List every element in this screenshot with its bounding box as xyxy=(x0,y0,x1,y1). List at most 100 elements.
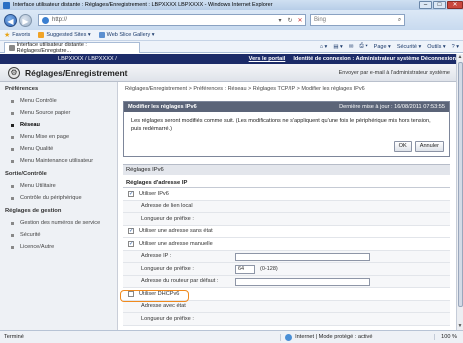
status-text: Terminé xyxy=(4,334,24,340)
bullet-icon xyxy=(11,221,14,225)
sidebar-item-menu-mise-en-page[interactable]: Menu Mise en page xyxy=(0,131,117,143)
tab-bar: Interface utilisateur distante : Réglage… xyxy=(0,41,463,54)
print-button[interactable]: ⎙ ▾ xyxy=(359,43,367,50)
feeds-button[interactable]: ▤ ▾ xyxy=(333,44,343,50)
sidebar-item-label: Gestion des numéros de service xyxy=(20,220,101,226)
dialog-title: Modifier les réglages IPv6 xyxy=(128,104,197,110)
ip-address-input[interactable] xyxy=(235,252,370,261)
sidebar-item-label: Menu Utilitaire xyxy=(20,183,56,189)
last-update: Dernière mise à jour : 16/08/2011 07:53:… xyxy=(339,104,445,110)
tools-menu[interactable]: Outils ▾ xyxy=(427,44,445,50)
window-titlebar: Interface utilisateur distante : Réglage… xyxy=(0,0,463,10)
ok-button[interactable]: OK xyxy=(393,141,412,152)
sidebar-item-reseau[interactable]: Réseau xyxy=(0,119,117,131)
suggested-sites-link[interactable]: Suggested Sites ▾ xyxy=(38,32,91,38)
portal-link[interactable]: Vers le portail xyxy=(249,56,286,62)
close-button[interactable]: ✕ xyxy=(447,1,463,9)
zoom-level[interactable]: 100 % xyxy=(434,334,463,340)
checkbox-use-ipv6[interactable]: ✓ xyxy=(128,190,134,197)
settings-gear-icon: ⚙ xyxy=(8,66,20,79)
search-input[interactable]: Bing xyxy=(314,17,395,23)
address-input[interactable]: http:// xyxy=(52,17,275,23)
sidebar-item-menu-qualite[interactable]: Menu Qualité xyxy=(0,143,117,155)
row-label: Adresse du routeur par défaut : xyxy=(141,278,219,285)
sidebar-item-label: Menu Source papier xyxy=(20,110,71,116)
help-menu[interactable]: ? ▾ xyxy=(452,44,459,50)
web-slice-gallery-link[interactable]: Web Slice Gallery ▾ xyxy=(98,32,155,38)
page-menu[interactable]: Page ▾ xyxy=(374,44,391,50)
confirm-dialog: Modifier les réglages IPv6 Dernière mise… xyxy=(123,101,450,157)
row-label: Utiliser une adresse manuelle xyxy=(139,240,213,247)
row-label: Longueur de préfixe : xyxy=(141,315,194,322)
favorites-button[interactable]: ★ Favoris xyxy=(4,31,30,39)
bullet-icon xyxy=(11,233,14,237)
page-content: LBPXXXX / LBPXXXX / Vers le portail Iden… xyxy=(0,54,456,330)
bullet-icon xyxy=(11,123,14,127)
bullet-icon xyxy=(11,196,14,200)
sidebar-item-controle-peripherique[interactable]: Contrôle du périphérique xyxy=(0,192,117,204)
address-dropdown-icon[interactable]: ▾ xyxy=(275,17,285,24)
sidebar-item-label: Contrôle du périphérique xyxy=(20,195,82,201)
page-title: Réglages/Enregistrement xyxy=(25,67,128,78)
tab-remote-ui[interactable]: Interface utilisateur distante : Réglage… xyxy=(4,41,140,54)
bullet-icon xyxy=(11,184,14,188)
refresh-icon[interactable]: ↻ xyxy=(285,17,295,24)
home-button[interactable]: ⌂ ▾ xyxy=(320,44,328,50)
forward-button[interactable]: ▶ xyxy=(19,13,32,27)
sidebar: Préférences Menu Contrôle Menu Source pa… xyxy=(0,82,118,330)
row-use-ipv6: ✓ Utiliser IPv6 xyxy=(123,188,450,201)
maximize-button[interactable]: □ xyxy=(433,1,446,9)
minimize-button[interactable]: – xyxy=(419,1,432,9)
stop-icon[interactable]: ✕ xyxy=(295,17,305,24)
prefix-length-input[interactable]: 64 xyxy=(235,265,255,274)
row-label: Longueur de préfixe : xyxy=(141,265,194,272)
scroll-thumb[interactable] xyxy=(458,62,463,307)
tab-page-icon xyxy=(9,44,15,51)
row-prefix-length-3: Longueur de préfixe : xyxy=(123,313,450,326)
sidebar-item-menu-controle[interactable]: Menu Contrôle xyxy=(0,95,117,107)
bullet-icon xyxy=(11,111,14,115)
address-bar[interactable]: http:// ▾ ↻ ✕ xyxy=(38,14,306,26)
favorites-label: Favoris xyxy=(12,32,31,38)
back-button[interactable]: ◀ xyxy=(4,13,17,27)
sidebar-item-gestion-numeros[interactable]: Gestion des numéros de service xyxy=(0,217,117,229)
navigation-bar: ◀ ▶ http:// ▾ ↻ ✕ Bing ⌕ xyxy=(0,10,463,30)
bullet-icon xyxy=(11,135,14,139)
sidebar-item-securite[interactable]: Sécurité xyxy=(0,229,117,241)
row-label: Adresse avec état xyxy=(141,303,186,310)
suggested-sites-label: Suggested Sites ▾ xyxy=(46,32,91,38)
sidebar-section-preferences: Préférences xyxy=(5,86,39,92)
scroll-down-icon[interactable]: ▼ xyxy=(457,323,463,330)
vertical-scrollbar[interactable]: ▲ ▼ xyxy=(456,54,463,330)
mail-admin-link[interactable]: Envoyer par e-mail à l'administrateur sy… xyxy=(339,70,450,76)
sidebar-item-label: Menu Contrôle xyxy=(20,98,57,104)
settings-rows: ✓ Utiliser IPv6 Adresse de lien local Lo… xyxy=(123,188,450,326)
bullet-icon xyxy=(11,159,14,163)
scroll-up-icon[interactable]: ▲ xyxy=(457,54,463,61)
mail-button[interactable]: ✉ xyxy=(349,44,354,50)
sidebar-item-menu-utilitaire[interactable]: Menu Utilitaire xyxy=(0,180,117,192)
search-icon[interactable]: ⌕ xyxy=(395,17,404,24)
row-manual-address: ✓ Utiliser une adresse manuelle xyxy=(123,238,450,251)
row-prefix-length-1: Longueur de préfixe : xyxy=(123,213,450,226)
checkbox-stateless-address[interactable]: ✓ xyxy=(128,228,134,235)
login-identity[interactable]: Identité de connexion : Administrateur s… xyxy=(293,56,456,62)
sidebar-section-reglages-gestion: Réglages de gestion xyxy=(5,208,62,214)
row-label: Utiliser IPv6 xyxy=(139,190,169,197)
default-router-input[interactable] xyxy=(235,277,370,286)
favorites-bar: ★ Favoris Suggested Sites ▾ Web Slice Gal… xyxy=(0,30,463,41)
security-menu[interactable]: Sécurité ▾ xyxy=(397,44,421,50)
web-slice-gallery-label: Web Slice Gallery ▾ xyxy=(106,32,155,38)
dialog-header: Modifier les réglages IPv6 Dernière mise… xyxy=(124,102,449,112)
checkbox-manual-address[interactable]: ✓ xyxy=(128,240,134,247)
sidebar-item-menu-source-papier[interactable]: Menu Source papier xyxy=(0,107,117,119)
web-slice-icon xyxy=(98,32,105,38)
search-box[interactable]: Bing ⌕ xyxy=(310,14,405,26)
sidebar-item-label: Menu Qualité xyxy=(20,146,54,152)
bullet-icon xyxy=(11,99,14,103)
sidebar-item-label: Licence/Autre xyxy=(20,244,55,250)
sidebar-item-licence-autre[interactable]: Licence/Autre xyxy=(0,241,117,253)
cancel-button[interactable]: Annuler xyxy=(414,141,444,152)
device-header: LBPXXXX / LBPXXXX / Vers le portail Iden… xyxy=(0,54,456,64)
sidebar-item-menu-maintenance[interactable]: Menu Maintenance utilisateur xyxy=(0,155,117,167)
